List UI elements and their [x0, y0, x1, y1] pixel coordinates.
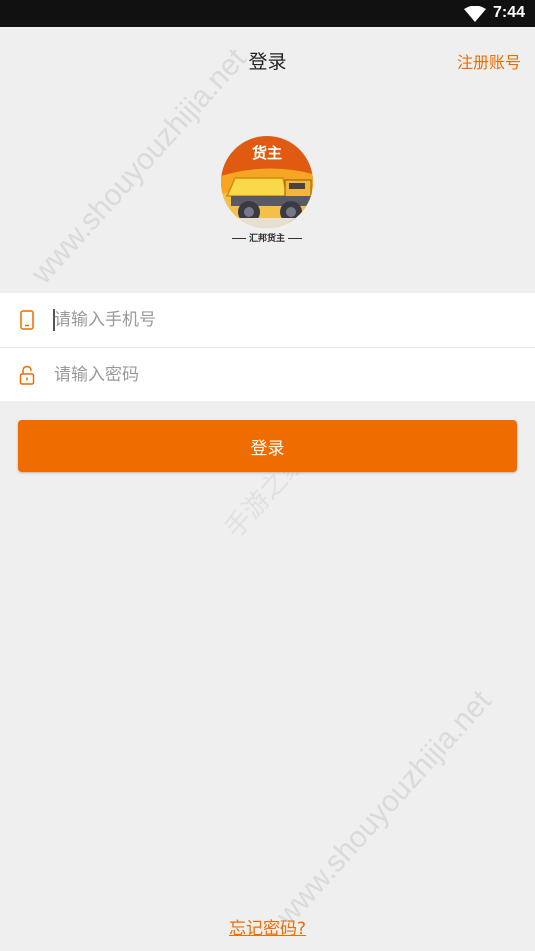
watermark-2: www.shouyouzhijia.net [270, 684, 498, 933]
text-cursor [53, 309, 55, 331]
status-bar: 7:44 [0, 0, 535, 27]
password-input[interactable] [54, 360, 514, 390]
logo-badge-text: 货主 [252, 144, 282, 162]
nav-bar: 登录 注册账号 [0, 27, 535, 89]
login-button[interactable]: 登录 [18, 420, 517, 472]
phone-row [0, 293, 535, 348]
phone-icon [20, 310, 34, 330]
password-row [0, 348, 535, 402]
page-title: 登录 [248, 51, 287, 73]
login-form [0, 293, 535, 401]
phone-input[interactable] [54, 305, 514, 335]
wifi-icon [464, 6, 486, 22]
logo-caption-text: 汇邦货主 [248, 234, 285, 244]
status-time: 7:44 [492, 4, 525, 21]
app-logo: 货主 [221, 136, 313, 228]
register-account-link[interactable]: 注册账号 [457, 49, 521, 73]
lock-icon [19, 365, 35, 385]
logo-caption: 汇邦货主 [221, 231, 313, 244]
forgot-password-link[interactable]: 忘记密码? [0, 914, 535, 939]
